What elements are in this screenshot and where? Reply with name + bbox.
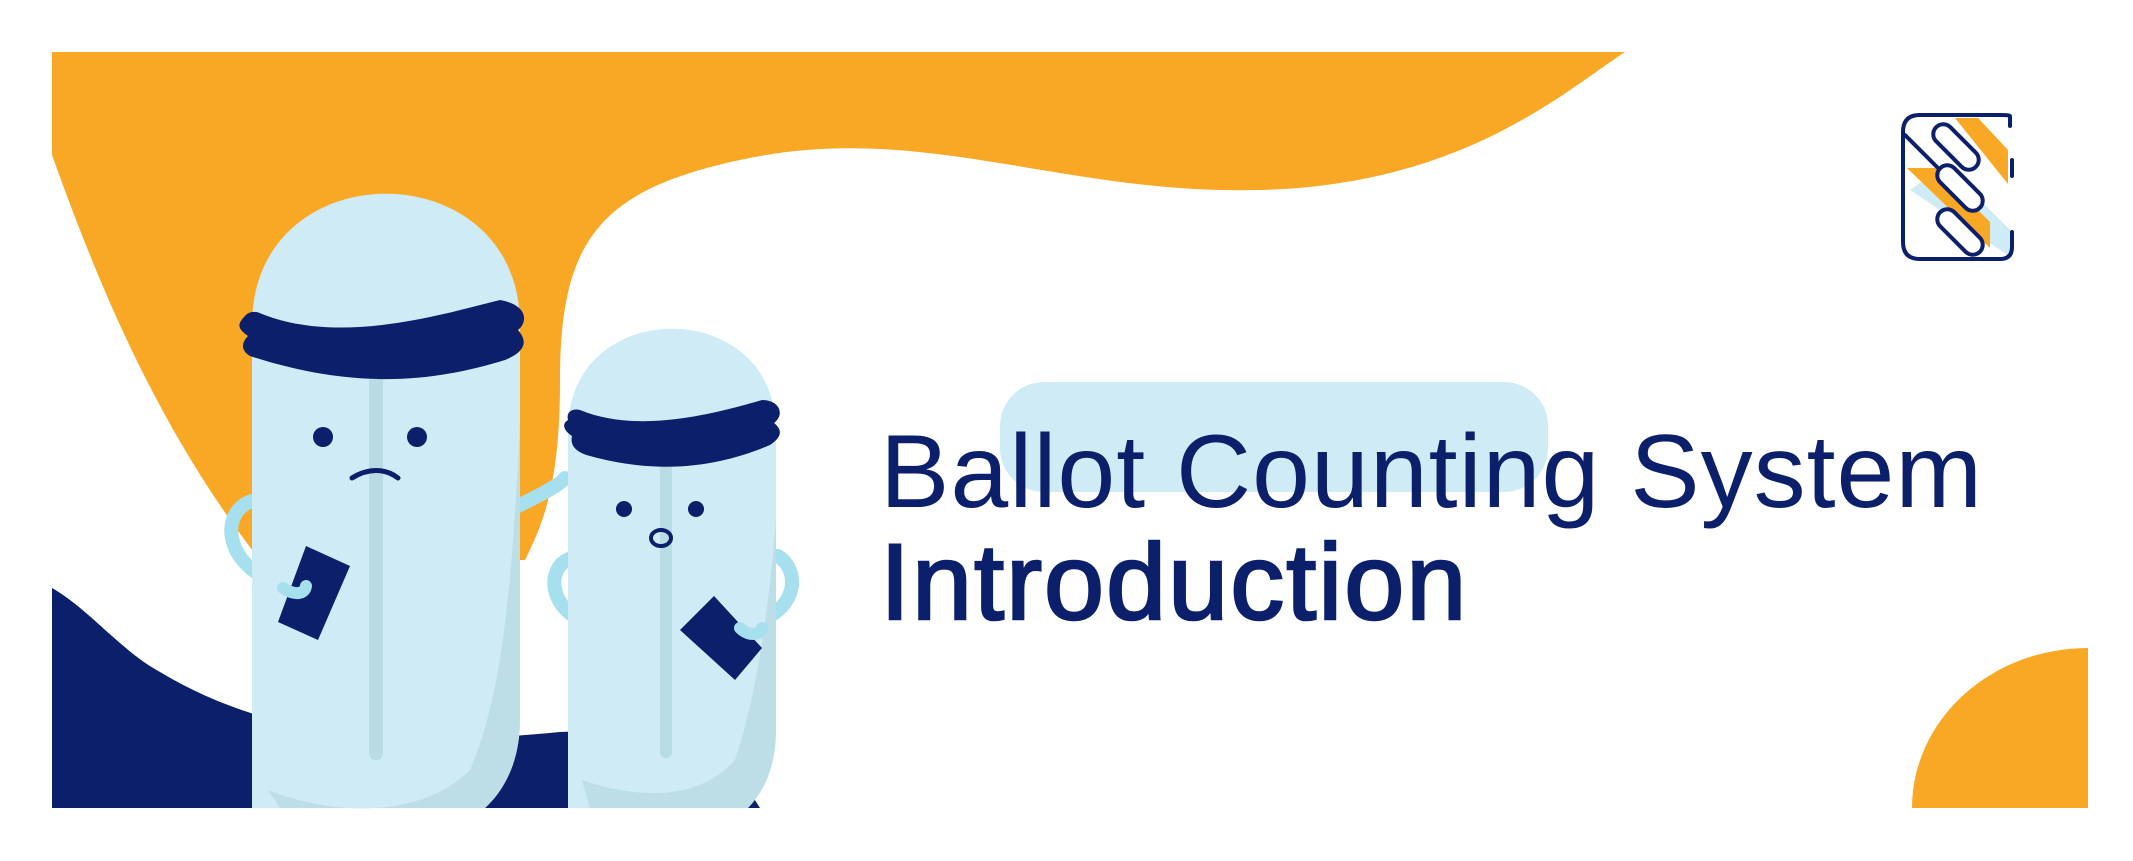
- title-block: Ballot Counting System Introduction: [879, 414, 1983, 642]
- short-right-eye: [688, 501, 704, 517]
- banner: Ballot Counting System Introduction: [0, 0, 2133, 856]
- tall-hand: [277, 580, 312, 599]
- banner-subtitle: Introduction: [879, 521, 1469, 642]
- banner-title: Ballot Counting System: [880, 414, 1983, 530]
- tall-ballot-box-character: [224, 193, 572, 809]
- short-left-eye: [616, 501, 632, 517]
- tall-left-eye: [313, 427, 333, 447]
- orange-corner-shape: [1912, 648, 2088, 808]
- tall-box-slot: [369, 372, 383, 760]
- short-hand: [734, 622, 768, 640]
- paperclip-chain-logo-icon: [1901, 113, 2014, 261]
- tall-right-eye: [407, 427, 427, 447]
- short-box-slot: [660, 460, 672, 758]
- short-ballot-box-character: [547, 328, 799, 808]
- tall-box-body: [252, 193, 520, 808]
